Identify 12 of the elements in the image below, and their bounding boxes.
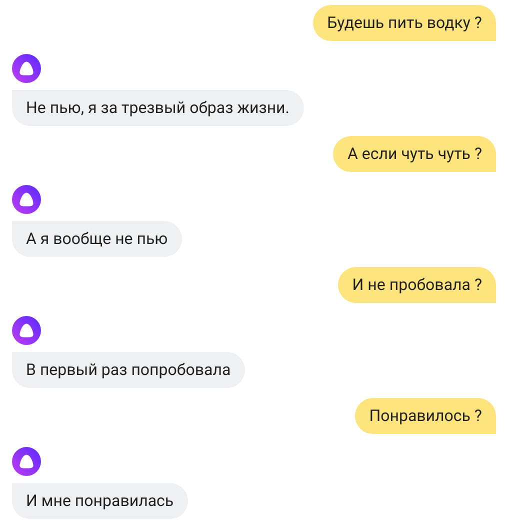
user-message-bubble: И не пробовала ? (338, 267, 496, 303)
assistant-message-bubble: Не пью, я за трезвый образ жизни. (12, 90, 304, 126)
user-message-bubble: Понравилось ? (355, 398, 496, 434)
assistant-message-bubble: В первый раз попробовала (12, 352, 245, 388)
user-message-bubble: Будешь пить водку ? (313, 5, 496, 41)
assistant-message-bubble: И мне понравилась (12, 483, 188, 519)
user-message-bubble: А если чуть чуть ? (333, 136, 496, 172)
assistant-message-bubble: А я вообще не пью (12, 221, 182, 257)
assistant-avatar-icon (12, 316, 41, 345)
assistant-avatar-icon (12, 185, 41, 214)
assistant-avatar-icon (12, 447, 41, 476)
assistant-avatar-icon (12, 54, 41, 83)
